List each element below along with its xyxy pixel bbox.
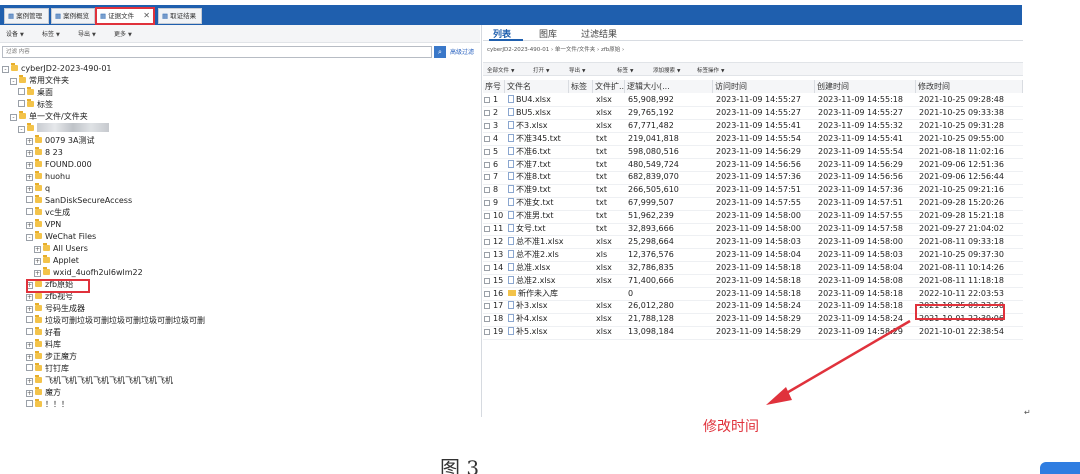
annotation-label: 修改时间 <box>703 419 759 435</box>
figure-caption: 图 3 <box>440 456 480 474</box>
annotation-arrow <box>766 319 911 405</box>
corner-button[interactable] <box>1040 462 1080 474</box>
text-cursor-icon: ↵ <box>1024 408 1031 417</box>
